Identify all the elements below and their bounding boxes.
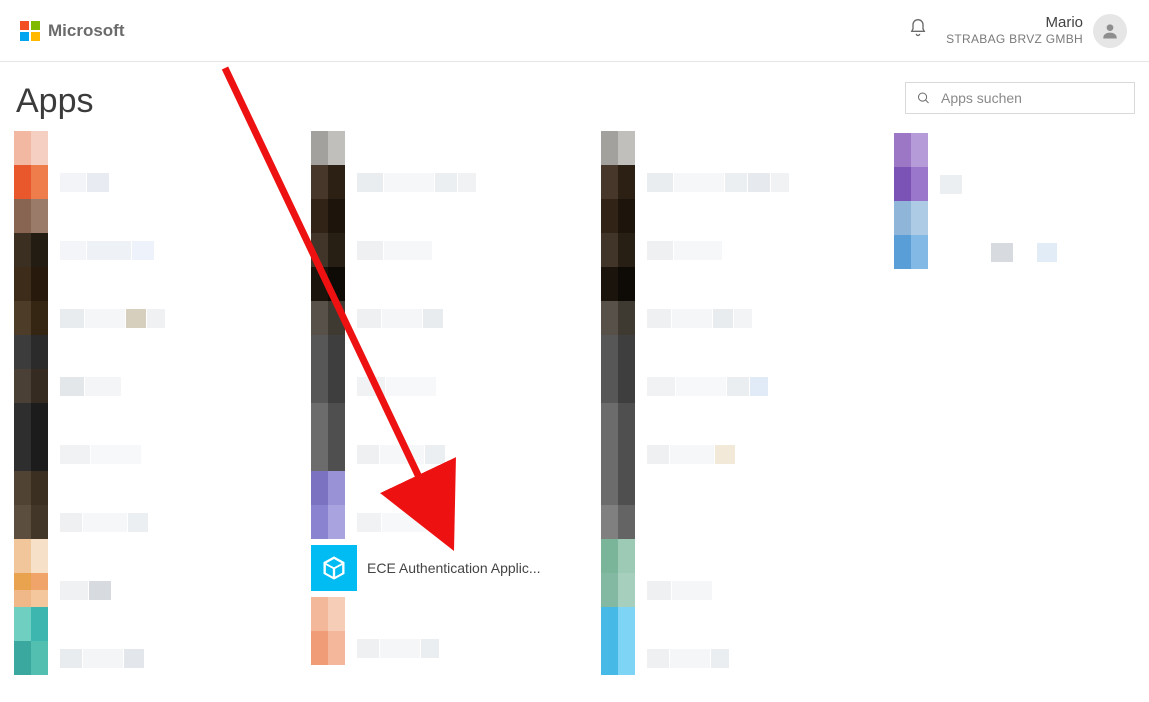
- list-item[interactable]: [14, 437, 309, 471]
- list-item[interactable]: [601, 131, 896, 165]
- list-item[interactable]: [601, 437, 896, 471]
- list-item[interactable]: [311, 631, 606, 665]
- bell-icon: [908, 17, 928, 39]
- list-item[interactable]: [894, 167, 1149, 201]
- list-item[interactable]: [14, 369, 309, 403]
- user-text: Mario STRABAG BRVZ GMBH: [946, 14, 1083, 46]
- main-content: Apps: [0, 62, 1149, 129]
- app-tile-label: ECE Authentication Applic...: [367, 560, 541, 576]
- user-org: STRABAG BRVZ GMBH: [946, 32, 1083, 46]
- brand-text: Microsoft: [48, 21, 125, 41]
- list-item[interactable]: [311, 403, 606, 437]
- list-item[interactable]: [14, 199, 309, 233]
- header-bar: Microsoft Mario STRABAG BRVZ GMBH: [0, 0, 1149, 62]
- list-item[interactable]: [311, 233, 606, 267]
- user-menu[interactable]: Mario STRABAG BRVZ GMBH: [946, 14, 1127, 48]
- list-item[interactable]: [601, 607, 896, 641]
- list-item[interactable]: [14, 131, 309, 165]
- list-item[interactable]: [311, 505, 606, 539]
- avatar: [1093, 14, 1127, 48]
- list-item[interactable]: [601, 573, 896, 607]
- list-item[interactable]: [601, 301, 896, 335]
- list-item[interactable]: [14, 641, 309, 675]
- cube-icon: [320, 554, 348, 582]
- list-item[interactable]: [601, 471, 896, 505]
- app-tile-icon: [311, 545, 357, 591]
- list-item[interactable]: [14, 573, 309, 607]
- list-item[interactable]: [601, 403, 896, 437]
- list-item[interactable]: [601, 199, 896, 233]
- list-item[interactable]: [14, 165, 309, 199]
- list-item[interactable]: [601, 165, 896, 199]
- user-name: Mario: [946, 14, 1083, 32]
- list-item[interactable]: [14, 505, 309, 539]
- list-item[interactable]: [14, 267, 309, 301]
- list-item[interactable]: [601, 539, 896, 573]
- list-item[interactable]: [311, 471, 606, 505]
- list-item[interactable]: [601, 267, 896, 301]
- person-icon: [1100, 21, 1120, 41]
- list-item[interactable]: [14, 335, 309, 369]
- list-item[interactable]: [14, 539, 309, 573]
- search-input[interactable]: [939, 89, 1124, 107]
- list-item[interactable]: [311, 199, 606, 233]
- list-item[interactable]: [14, 607, 309, 641]
- header-right: Mario STRABAG BRVZ GMBH: [908, 14, 1127, 48]
- microsoft-logo-icon: [20, 21, 40, 41]
- list-item[interactable]: [14, 233, 309, 267]
- list-item[interactable]: [311, 131, 606, 165]
- list-item[interactable]: [601, 369, 896, 403]
- list-item[interactable]: [311, 165, 606, 199]
- list-item[interactable]: [14, 471, 309, 505]
- list-item[interactable]: [311, 597, 606, 631]
- app-tile-ece[interactable]: ECE Authentication Applic...: [311, 545, 606, 591]
- list-item[interactable]: [894, 235, 1149, 269]
- list-item[interactable]: [14, 301, 309, 335]
- list-item[interactable]: [894, 201, 1149, 235]
- notifications-button[interactable]: [908, 17, 928, 44]
- list-item[interactable]: [311, 369, 606, 403]
- list-item[interactable]: [311, 267, 606, 301]
- list-item[interactable]: [14, 403, 309, 437]
- brand-block: Microsoft: [20, 21, 125, 41]
- list-item[interactable]: [311, 335, 606, 369]
- search-box[interactable]: [905, 82, 1135, 114]
- list-item[interactable]: [601, 335, 896, 369]
- list-item[interactable]: [601, 505, 896, 539]
- list-item[interactable]: [601, 233, 896, 267]
- search-icon: [916, 90, 931, 106]
- list-item[interactable]: [601, 641, 896, 675]
- list-item[interactable]: [894, 133, 1149, 167]
- page-title: Apps: [16, 82, 94, 121]
- list-item[interactable]: [311, 437, 606, 471]
- list-item[interactable]: [311, 301, 606, 335]
